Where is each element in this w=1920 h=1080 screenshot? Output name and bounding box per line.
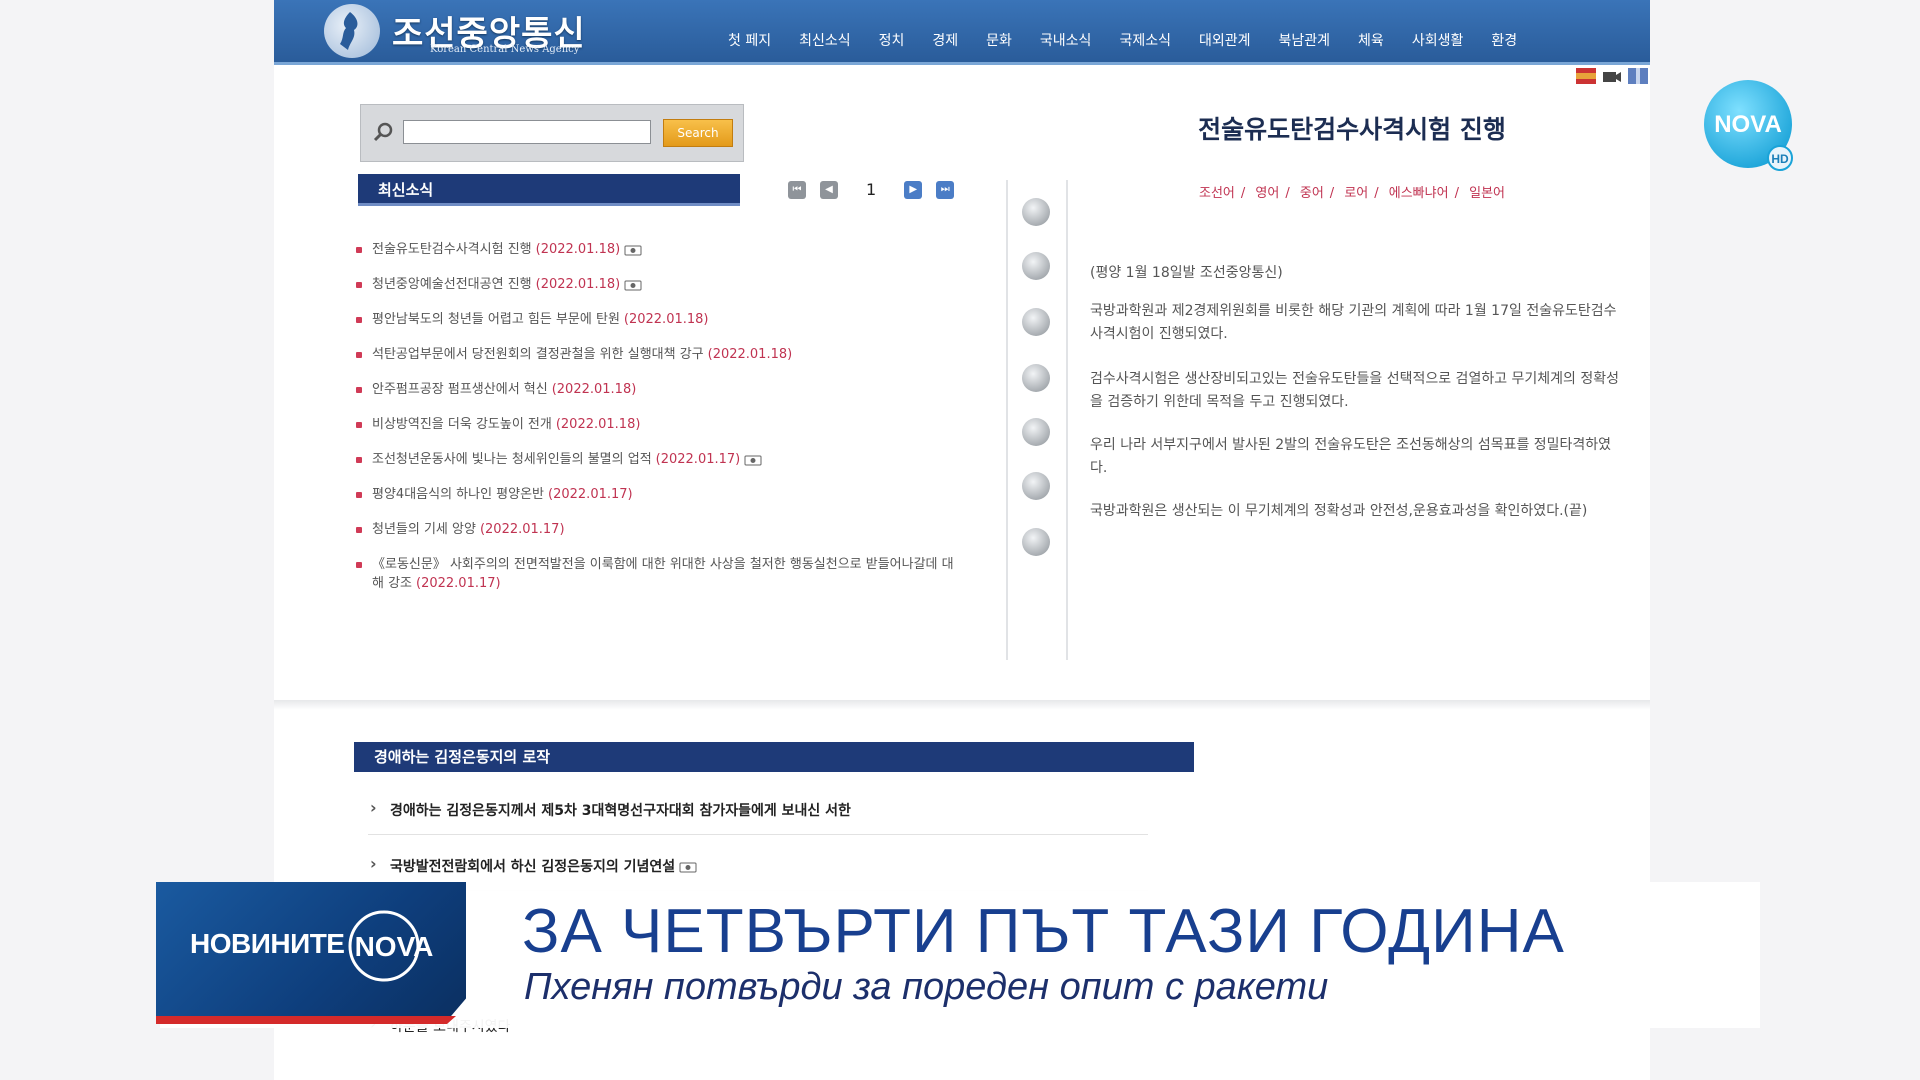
main-nav: 첫 페지 최신소식 정치 경제 문화 국내소식 국제소식 대외관계 북남관계 체… [714,30,1531,50]
news-item[interactable]: 청년중앙예술선전대공연 진행 (2022.01.18) [354,275,954,294]
latest-news-list: 전술유도탄검수사격시험 진행 (2022.01.18) 청년중앙예술선전대공연 진… [354,240,954,609]
camera-icon [624,245,642,255]
nova-logo-text: NOVA [1714,111,1782,138]
lang-link-spanish[interactable]: 에스빠냐어 [1389,186,1449,201]
globe-icon[interactable] [1022,472,1050,500]
news-item[interactable]: 전술유도탄검수사격시험 진행 (2022.01.18) [354,240,954,259]
camera-icon [679,862,697,873]
kju-works-item[interactable]: 경애하는 김정은동지께서 제5차 3대혁명선구자대회 참가자들에게 보내신 서한 [368,798,1148,835]
latest-news-header: 최신소식 [358,174,740,206]
camera-icon [744,455,762,465]
nav-item-environment[interactable]: 환경 [1477,30,1531,50]
article-title: 전술유도탄검수사격시험 진행 [1198,115,1506,144]
article-paragraph: 검수사격시험은 생산장비되고있는 전술유도탄들을 선택적으로 검열하고 무기체계… [1090,371,1620,410]
kju-works-header: 경애하는 김정은동지의 로작 [354,742,1194,772]
globe-icon[interactable] [1022,198,1050,226]
page-number: 1 [866,180,877,199]
news-item[interactable]: 석탄공업부문에서 당전원회의 결정관철을 위한 실행대책 강구 (2022.01.… [354,345,954,364]
news-item[interactable]: 비상방역진을 더욱 강도높이 전개 (2022.01.18) [354,415,954,434]
search-input[interactable] [403,120,651,144]
camera-icon [624,280,642,290]
nav-item-culture[interactable]: 문화 [972,30,1026,50]
next-page-icon[interactable]: ▶ [904,180,923,199]
nav-item-domestic[interactable]: 국내소식 [1026,30,1106,50]
news-item[interactable]: 《로동신문》 사회주의의 전면적발전을 이룩함에 대한 위대한 사상을 철저한 … [354,555,954,593]
badge-red-accent [156,1016,456,1024]
first-page-icon[interactable]: ⏮ [788,180,806,199]
news-item[interactable]: 평안남북도의 청년들 어렵고 힘든 부문에 탄원 (2022.01.18) [354,310,954,329]
article: 전술유도탄검수사격시험 진행 조선어 / 영어 / 중어 / 로어 / 에스빠냐어 / 일… [1084,110,1620,519]
nav-item-foreign-relations[interactable]: 대외관계 [1185,30,1265,50]
site-header: 조선중앙통신 Korean Central News Agency 첫 페지 최… [274,0,1650,65]
lang-link-russian[interactable]: 로어 [1344,186,1368,201]
globe-icon[interactable] [1022,252,1050,280]
prev-page-icon[interactable]: ◀ [820,180,838,199]
article-paragraph: 국방과학원은 생산되는 이 무기체계의 정확성과 안전성,운용효과성을 확인하였… [1090,503,1588,519]
section-divider [274,700,1650,710]
subheadline: Пхенян потвърди за пореден опит с ракети [524,966,1329,1008]
nav-item-home[interactable]: 첫 페지 [714,30,785,50]
article-paragraph: 국방과학원과 제2경제위원회를 비롯한 해당 기관의 계획에 따라 1월 17일… [1090,303,1617,342]
search-button[interactable]: Search [663,119,733,147]
badge-nova-text: NOVA [355,931,434,962]
nav-item-economy[interactable]: 경제 [918,30,972,50]
hd-badge-text: HD [1771,152,1789,166]
site-logo-subtitle: Korean Central News Agency [430,44,580,55]
article-paragraph: 우리 나라 서부지구에서 발사된 2발의 전술유도탄은 조선동해상의 섬목표를 … [1090,437,1612,476]
flag-icon[interactable] [1628,68,1648,84]
news-item[interactable]: 조선청년운동사에 빛나는 청세위인들의 불멸의 업적 (2022.01.17) [354,450,954,469]
nav-item-politics[interactable]: 정치 [865,30,919,50]
nav-item-social[interactable]: 사회생활 [1398,30,1478,50]
search-bar: Search [360,104,744,162]
globe-icon[interactable] [1022,418,1050,446]
lang-link-korean[interactable]: 조선어 [1199,186,1235,201]
side-icon-column [1006,180,1068,660]
last-page-icon[interactable]: ⏭ [936,180,955,199]
lang-link-english[interactable]: 영어 [1255,186,1279,201]
article-language-links: 조선어 / 영어 / 중어 / 로어 / 에스빠냐어 / 일본어 [1198,186,1505,201]
video-icon[interactable] [1602,68,1622,84]
kcna-emblem-icon[interactable] [324,4,380,58]
language-flags [1576,68,1648,84]
globe-icon[interactable] [1022,364,1050,392]
news-pager: ⏮ ◀ 1 ▶ ⏭ [788,180,955,199]
article-dateline: (평양 1월 18일발 조선중앙통신) [1090,265,1283,281]
nova-hd-logo: NOVA HD [1704,80,1793,171]
nav-item-latest[interactable]: 최신소식 [785,30,865,50]
search-icon [373,122,393,142]
nova-logo: NOVA [348,910,434,982]
lock-icon[interactable] [1022,308,1050,336]
nav-item-north-south[interactable]: 북남관계 [1265,30,1345,50]
nav-item-international[interactable]: 국제소식 [1105,30,1185,50]
news-item[interactable]: 안주펌프공장 펌프생산에서 혁신 (2022.01.18) [354,380,954,399]
news-item[interactable]: 청년들의 기세 앙양 (2022.01.17) [354,520,954,539]
headline: ЗА ЧЕТВЪРТИ ПЪТ ТАЗИ ГОДИНА [522,897,1565,966]
show-name: НОВИНИТЕ [190,928,345,959]
lang-link-japanese[interactable]: 일본어 [1469,186,1505,201]
flower-icon[interactable] [1022,528,1050,556]
nav-item-sports[interactable]: 체육 [1344,30,1398,50]
flag-icon[interactable] [1576,68,1596,84]
lang-link-chinese[interactable]: 중어 [1300,186,1324,201]
news-item[interactable]: 평양4대음식의 하나인 평양온반 (2022.01.17) [354,485,954,504]
